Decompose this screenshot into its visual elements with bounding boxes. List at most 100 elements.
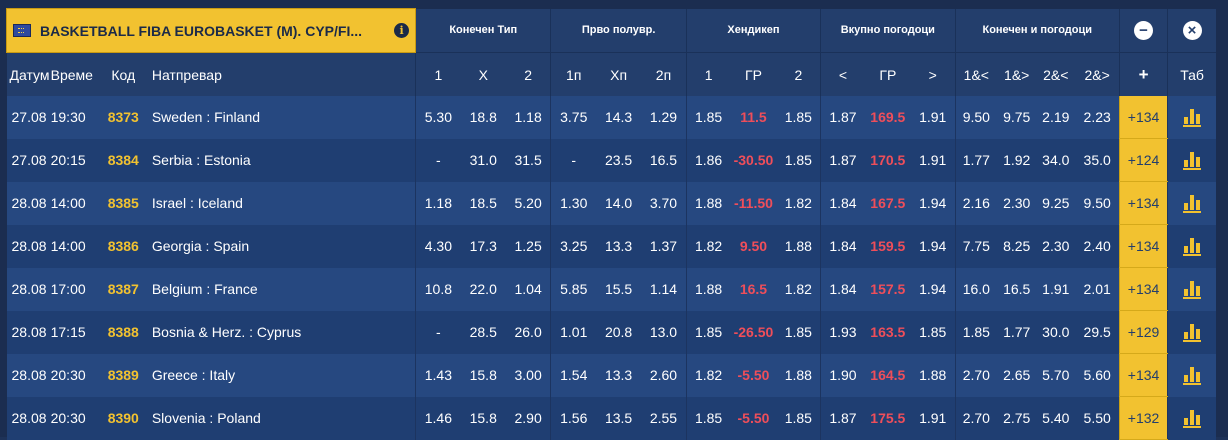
more-markets-button[interactable]: +134 xyxy=(1118,267,1168,311)
odd-hc-1[interactable]: 1.86 xyxy=(685,138,731,182)
odd-1-under[interactable]: 1.77 xyxy=(954,138,998,182)
odd-hc-2[interactable]: 1.85 xyxy=(776,138,821,182)
odd-h-2[interactable]: 13.0 xyxy=(641,310,687,354)
odd-h-2[interactable]: 1.14 xyxy=(641,267,687,311)
odd-2-under[interactable]: 1.91 xyxy=(1036,267,1076,311)
odd-2-over[interactable]: 2.23 xyxy=(1075,96,1120,139)
match-name[interactable]: Bosnia & Herz. : Cyprus xyxy=(145,310,416,354)
odd-hc-2[interactable]: 1.85 xyxy=(776,96,821,139)
info-icon[interactable]: i xyxy=(394,23,410,38)
odd-hc-1[interactable]: 1.88 xyxy=(685,267,731,311)
odd-1-over[interactable]: 2.65 xyxy=(997,353,1037,397)
odd-hc-2[interactable]: 1.82 xyxy=(776,267,821,311)
odd-h-2[interactable]: 1.37 xyxy=(641,224,687,268)
stats-cell[interactable] xyxy=(1167,267,1216,311)
odd-1-under[interactable]: 1.85 xyxy=(954,310,998,354)
col-code[interactable]: Код xyxy=(100,52,146,96)
odd-ft-x[interactable]: 18.5 xyxy=(460,181,506,225)
odd-hc-2[interactable]: 1.82 xyxy=(776,181,821,225)
stats-chart-icon[interactable] xyxy=(1184,108,1201,124)
odd-ft-x[interactable]: 17.3 xyxy=(460,224,506,268)
odd-1-over[interactable]: 9.75 xyxy=(997,96,1037,139)
odd-total-over[interactable]: 1.88 xyxy=(910,353,956,397)
odd-h-x[interactable]: 20.8 xyxy=(596,310,642,354)
odd-1-under[interactable]: 2.16 xyxy=(954,181,998,225)
odd-2-under[interactable]: 2.19 xyxy=(1036,96,1076,139)
odd-2-under[interactable]: 34.0 xyxy=(1036,138,1076,182)
odd-ft-1[interactable]: - xyxy=(415,138,461,182)
odd-ft-1[interactable]: 1.46 xyxy=(415,396,461,440)
odd-ft-1[interactable]: - xyxy=(415,310,461,354)
stats-cell[interactable] xyxy=(1167,353,1216,397)
odd-ft-1[interactable]: 1.43 xyxy=(415,353,461,397)
odd-total-under[interactable]: 1.87 xyxy=(820,96,865,139)
more-markets-button[interactable]: +124 xyxy=(1118,138,1168,182)
col-date[interactable]: Датум xyxy=(6,52,51,96)
odd-ft-2[interactable]: 5.20 xyxy=(505,181,551,225)
match-name[interactable]: Slovenia : Poland xyxy=(145,396,416,440)
odd-hc-1[interactable]: 1.85 xyxy=(685,96,731,139)
stats-cell[interactable] xyxy=(1167,396,1216,440)
odd-hc-2[interactable]: 1.88 xyxy=(776,224,821,268)
odd-h-2[interactable]: 16.5 xyxy=(641,138,687,182)
odd-1-under[interactable]: 2.70 xyxy=(954,353,998,397)
odd-h-2[interactable]: 3.70 xyxy=(641,181,687,225)
odd-total-under[interactable]: 1.87 xyxy=(820,396,865,440)
odd-h-1[interactable]: 1.01 xyxy=(550,310,597,354)
odd-2-under[interactable]: 9.25 xyxy=(1036,181,1076,225)
stats-cell[interactable] xyxy=(1167,138,1216,182)
odd-ft-x[interactable]: 18.8 xyxy=(460,96,506,139)
odd-ft-1[interactable]: 10.8 xyxy=(415,267,461,311)
odd-2-under[interactable]: 2.30 xyxy=(1036,224,1076,268)
stats-chart-icon[interactable] xyxy=(1184,323,1201,339)
odd-2-over[interactable]: 2.01 xyxy=(1075,267,1120,311)
odd-total-under[interactable]: 1.87 xyxy=(820,138,865,182)
stats-cell[interactable] xyxy=(1167,96,1216,139)
odd-h-x[interactable]: 14.3 xyxy=(596,96,642,139)
odd-total-under[interactable]: 1.84 xyxy=(820,224,865,268)
odd-h-1[interactable]: 1.30 xyxy=(550,181,597,225)
odd-2-under[interactable]: 30.0 xyxy=(1036,310,1076,354)
odd-h-2[interactable]: 2.60 xyxy=(641,353,687,397)
odd-ft-2[interactable]: 1.04 xyxy=(505,267,551,311)
odd-ft-2[interactable]: 2.90 xyxy=(505,396,551,440)
stats-chart-icon[interactable] xyxy=(1184,237,1201,253)
more-markets-button[interactable]: +134 xyxy=(1118,96,1168,139)
odd-h-x[interactable]: 13.3 xyxy=(596,353,642,397)
odd-hc-1[interactable]: 1.85 xyxy=(685,396,731,440)
match-name[interactable]: Sweden : Finland xyxy=(145,96,416,139)
odd-1-over[interactable]: 8.25 xyxy=(997,224,1037,268)
close-icon[interactable]: × xyxy=(1182,20,1202,40)
odd-total-over[interactable]: 1.85 xyxy=(910,310,956,354)
more-markets-button[interactable]: +129 xyxy=(1118,310,1168,354)
odd-total-over[interactable]: 1.91 xyxy=(910,138,956,182)
odd-h-x[interactable]: 23.5 xyxy=(596,138,642,182)
match-name[interactable]: Israel : Iceland xyxy=(145,181,416,225)
odd-1-over[interactable]: 1.92 xyxy=(997,138,1037,182)
odd-ft-2[interactable]: 1.18 xyxy=(505,96,551,139)
more-markets-button[interactable]: +134 xyxy=(1118,353,1168,397)
odd-1-over[interactable]: 16.5 xyxy=(997,267,1037,311)
more-markets-button[interactable]: +134 xyxy=(1118,181,1168,225)
stats-chart-icon[interactable] xyxy=(1184,366,1201,382)
col-match[interactable]: Натпревар xyxy=(145,52,416,96)
stats-chart-icon[interactable] xyxy=(1184,280,1201,296)
odd-h-1[interactable]: 3.75 xyxy=(550,96,597,139)
odd-ft-1[interactable]: 4.30 xyxy=(415,224,461,268)
more-markets-button[interactable]: +134 xyxy=(1118,224,1168,268)
odd-1-under[interactable]: 7.75 xyxy=(954,224,998,268)
odd-total-over[interactable]: 1.94 xyxy=(910,181,956,225)
odd-hc-1[interactable]: 1.82 xyxy=(685,224,731,268)
odd-1-over[interactable]: 2.30 xyxy=(997,181,1037,225)
odd-2-under[interactable]: 5.40 xyxy=(1036,396,1076,440)
odd-hc-1[interactable]: 1.85 xyxy=(685,310,731,354)
odd-ft-1[interactable]: 5.30 xyxy=(415,96,461,139)
odd-2-over[interactable]: 5.50 xyxy=(1075,396,1120,440)
odd-total-under[interactable]: 1.84 xyxy=(820,181,865,225)
odd-ft-2[interactable]: 31.5 xyxy=(505,138,551,182)
match-name[interactable]: Serbia : Estonia xyxy=(145,138,416,182)
odd-h-x[interactable]: 13.5 xyxy=(596,396,642,440)
odd-hc-2[interactable]: 1.88 xyxy=(776,353,821,397)
odd-h-x[interactable]: 13.3 xyxy=(596,224,642,268)
odd-1-under[interactable]: 2.70 xyxy=(954,396,998,440)
